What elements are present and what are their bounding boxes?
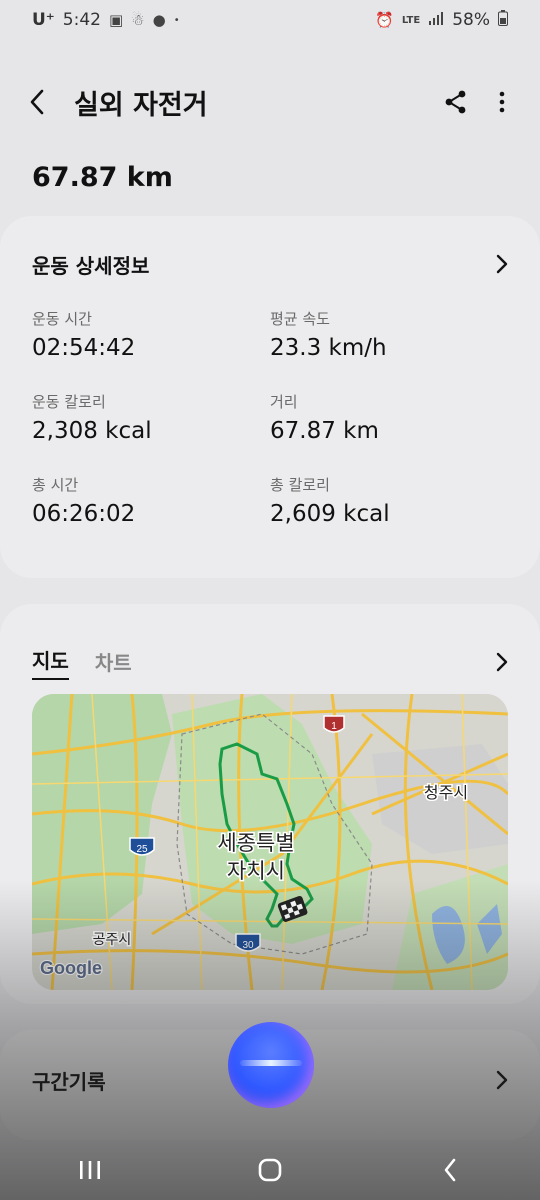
recent-apps-button[interactable] bbox=[60, 1148, 120, 1192]
header-actions bbox=[442, 88, 512, 116]
stat-value: 67.87 km bbox=[270, 418, 379, 444]
stat-value: 2,308 kcal bbox=[32, 418, 152, 444]
share-icon bbox=[445, 90, 466, 114]
more-vert-icon bbox=[499, 91, 505, 113]
back-icon bbox=[444, 1158, 456, 1182]
alarm-icon: ⏰ bbox=[375, 11, 394, 29]
route-shield-30: 30 bbox=[235, 933, 261, 952]
stat-item: 총 칼로리 2,609 kcal bbox=[270, 474, 510, 527]
map-card: 지도 차트 1 25 30 세종특별 자치시 청주시 공주시 Google bbox=[0, 604, 540, 1004]
google-attribution: Google bbox=[40, 958, 102, 978]
battery-percent: 58% bbox=[452, 10, 490, 30]
share-button[interactable] bbox=[442, 88, 470, 116]
battery-icon bbox=[498, 9, 508, 31]
map-tabs: 지도 차트 bbox=[32, 645, 132, 680]
stat-label: 총 시간 bbox=[32, 476, 79, 494]
app-notification-icon: ☃ bbox=[131, 11, 145, 29]
stat-label: 운동 칼로리 bbox=[32, 393, 106, 411]
carrier-label: U⁺ bbox=[32, 10, 55, 30]
stat-item: 총 시간 06:26:02 bbox=[32, 474, 270, 527]
chevron-right-icon[interactable] bbox=[496, 652, 508, 672]
page-title: 실외 자전거 bbox=[74, 89, 208, 121]
stat-label: 거리 bbox=[270, 393, 298, 411]
more-options-button[interactable] bbox=[492, 88, 512, 116]
chevron-right-icon bbox=[496, 1070, 508, 1090]
nav-back-button[interactable] bbox=[420, 1148, 480, 1192]
route-25-label: 25 bbox=[136, 844, 148, 855]
stat-value: 06:26:02 bbox=[32, 501, 136, 527]
distance-headline: 67.87 km bbox=[32, 162, 173, 193]
stat-label: 운동 시간 bbox=[32, 310, 92, 328]
tab-chart[interactable]: 차트 bbox=[95, 647, 132, 680]
workout-details-card: 운동 상세정보 운동 시간 02:54:42 평균 속도 23.3 km/h 운… bbox=[0, 216, 540, 578]
stat-item: 평균 속도 23.3 km/h bbox=[270, 308, 510, 361]
city-label-sejong-2: 자치시 bbox=[227, 859, 285, 883]
clock: 5:42 bbox=[62, 10, 101, 30]
route-map[interactable]: 1 25 30 세종특별 자치시 청주시 공주시 Google bbox=[32, 694, 508, 990]
recent-apps-icon bbox=[80, 1161, 100, 1179]
city-label-cheongju: 청주시 bbox=[424, 783, 468, 802]
signal-icon bbox=[428, 11, 444, 29]
talk-icon: ● bbox=[152, 11, 166, 29]
dot-icon: • bbox=[173, 14, 180, 26]
route-30-label: 30 bbox=[242, 940, 254, 951]
stat-label: 총 칼로리 bbox=[270, 476, 330, 494]
map-card-header: 지도 차트 bbox=[0, 638, 540, 686]
back-button[interactable] bbox=[28, 82, 56, 122]
stat-value: 02:54:42 bbox=[32, 335, 136, 361]
home-button[interactable] bbox=[240, 1148, 300, 1192]
assistant-bubble-icon[interactable] bbox=[228, 1022, 314, 1108]
network-label: LTE bbox=[401, 14, 421, 26]
route-shield-1: 1 bbox=[323, 715, 345, 733]
sections-title: 구간기록 bbox=[32, 1069, 106, 1094]
app-header: 실외 자전거 bbox=[0, 76, 540, 128]
stats-grid: 운동 시간 02:54:42 평균 속도 23.3 km/h 운동 칼로리 2,… bbox=[0, 288, 540, 527]
system-nav-bar bbox=[0, 1140, 540, 1200]
status-bar: U⁺ 5:42 ▣ ☃ ● • ⏰ LTE 58% bbox=[0, 0, 540, 40]
city-label-sejong-1: 세종특별 bbox=[217, 831, 294, 855]
city-label-gongju: 공주시 bbox=[93, 932, 132, 948]
tab-map[interactable]: 지도 bbox=[32, 645, 69, 680]
workout-details-header[interactable]: 운동 상세정보 bbox=[0, 240, 540, 288]
gallery-icon: ▣ bbox=[108, 11, 124, 29]
stat-value: 2,609 kcal bbox=[270, 501, 390, 527]
stat-item: 운동 칼로리 2,308 kcal bbox=[32, 391, 270, 444]
status-right: ⏰ LTE 58% bbox=[375, 9, 508, 31]
route-shield-25: 25 bbox=[129, 837, 155, 856]
chevron-left-icon bbox=[30, 89, 44, 115]
stat-label: 평균 속도 bbox=[270, 310, 330, 328]
stat-value: 23.3 km/h bbox=[270, 335, 387, 361]
route-1-label: 1 bbox=[331, 721, 337, 732]
workout-details-title: 운동 상세정보 bbox=[32, 253, 150, 278]
chevron-right-icon bbox=[496, 254, 508, 274]
stat-item: 운동 시간 02:54:42 bbox=[32, 308, 270, 361]
status-left: U⁺ 5:42 ▣ ☃ ● • bbox=[32, 10, 180, 30]
stat-item: 거리 67.87 km bbox=[270, 391, 510, 444]
home-icon bbox=[258, 1158, 282, 1182]
